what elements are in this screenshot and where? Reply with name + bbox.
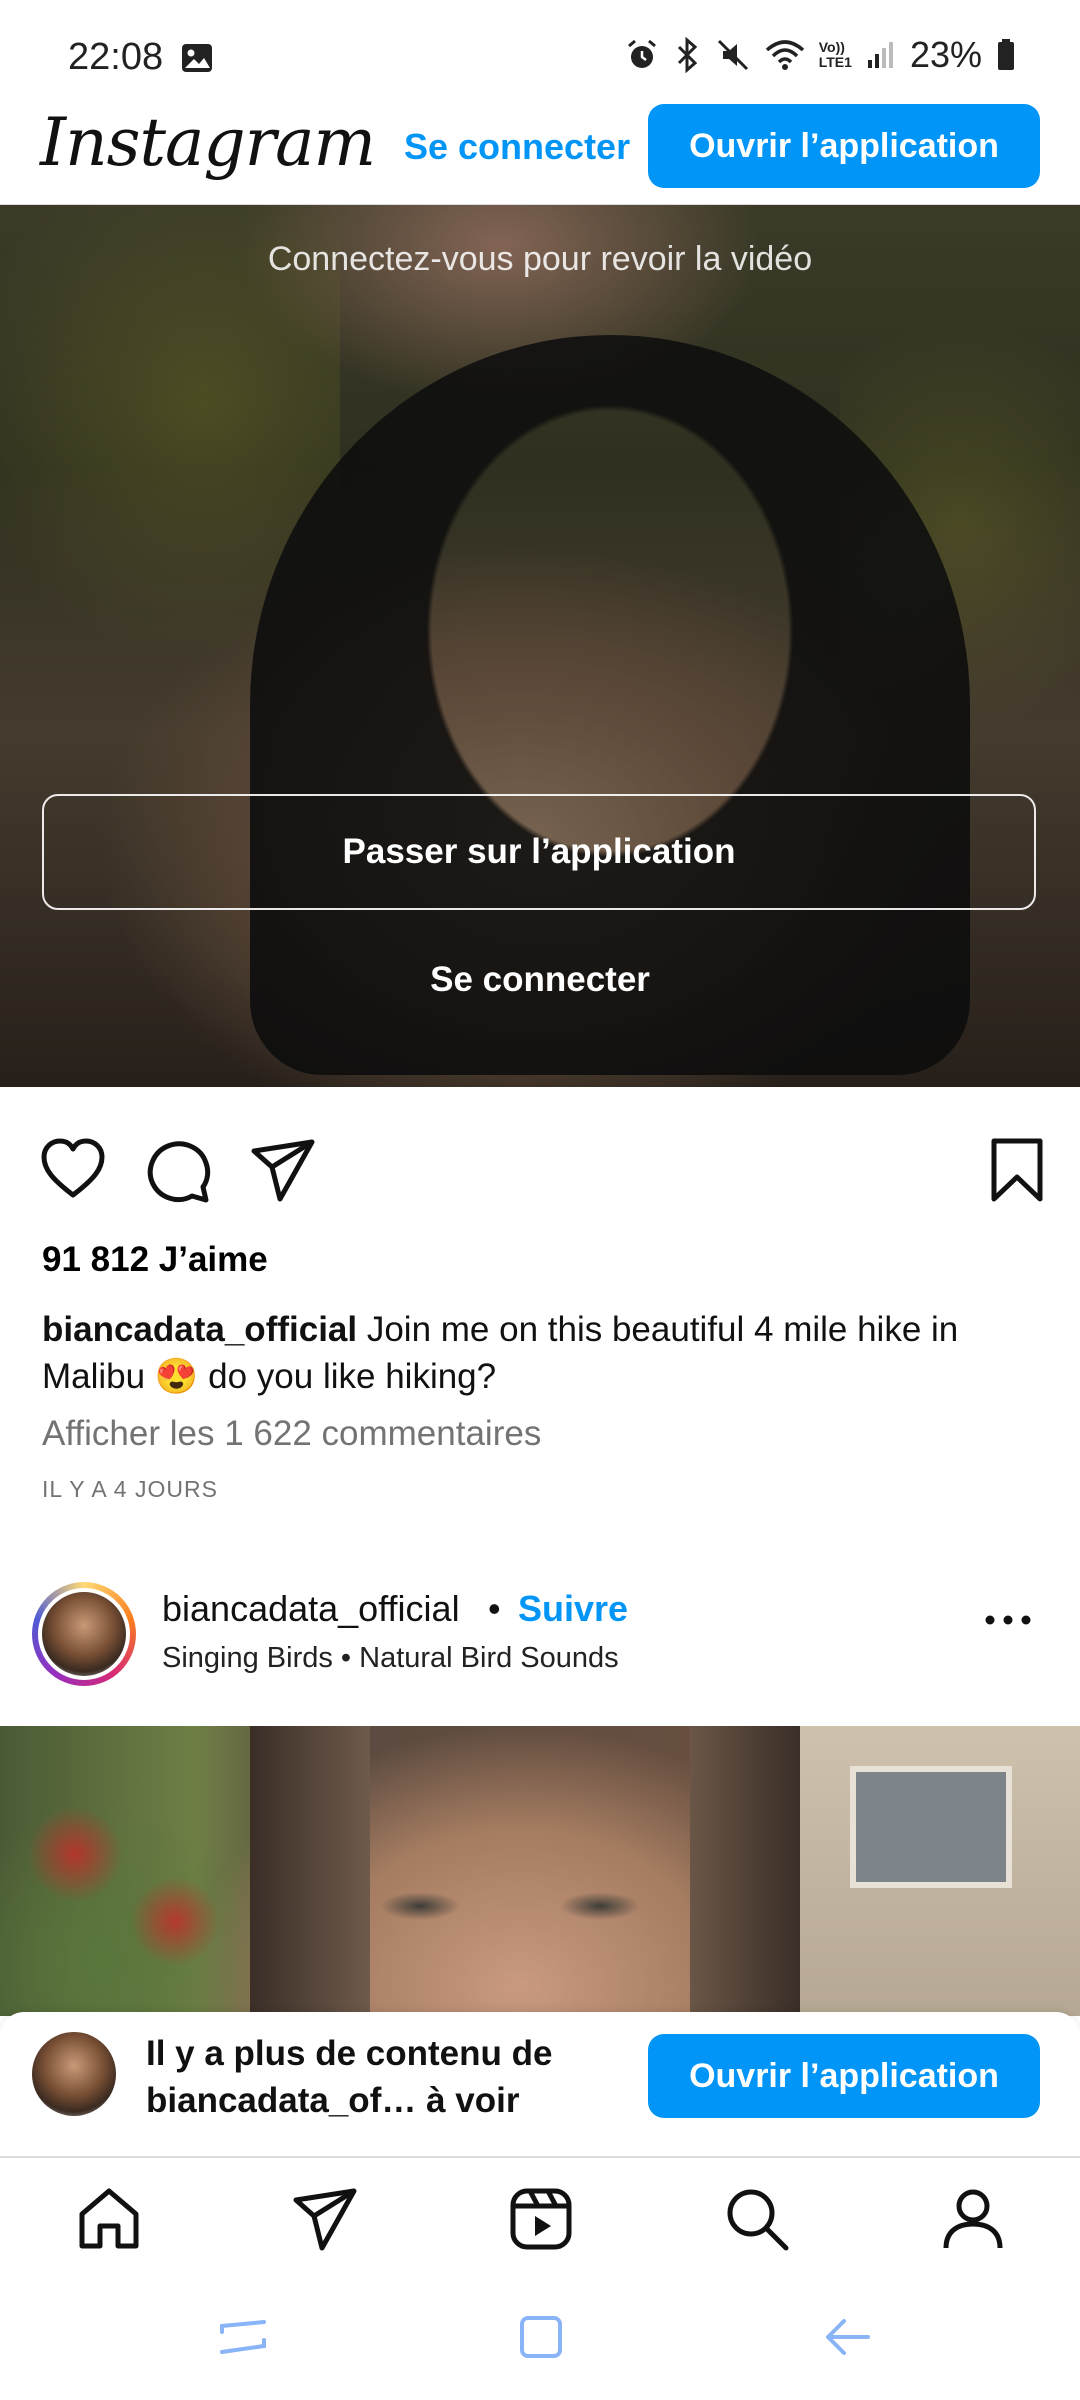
video-subject xyxy=(330,1886,690,1926)
video-background xyxy=(850,1766,1012,1888)
share-icon[interactable] xyxy=(250,1137,316,1203)
caption-username[interactable]: biancadata_official xyxy=(42,1310,357,1349)
banner-open-app-button[interactable]: Ouvrir l’application xyxy=(648,2034,1040,2118)
likes-count[interactable]: 91 812 J’aime xyxy=(42,1240,268,1280)
header-login-link[interactable]: Se connecter xyxy=(404,126,630,168)
post-video-1[interactable] xyxy=(0,205,1080,1087)
post-date: IL Y A 4 JOURS xyxy=(42,1476,218,1502)
header-open-app-button[interactable]: Ouvrir l’application xyxy=(648,104,1040,188)
wifi-icon xyxy=(765,40,804,70)
volte-indicator: Vo)) LTE1 xyxy=(818,39,852,70)
comment-icon[interactable] xyxy=(146,1137,212,1203)
avatar[interactable] xyxy=(38,1588,130,1680)
back-icon[interactable] xyxy=(820,2310,874,2364)
alarm-icon xyxy=(627,39,656,68)
post-action-bar xyxy=(0,1087,1080,1247)
status-icons: Vo)) LTE1 23% xyxy=(625,34,1016,76)
post-video-2[interactable] xyxy=(0,1726,1080,2016)
video-login-link[interactable]: Se connecter xyxy=(0,960,1080,1000)
switch-to-app-button[interactable]: Passer sur l’application xyxy=(42,794,1036,910)
search-icon[interactable] xyxy=(724,2186,790,2252)
gallery-icon xyxy=(182,44,212,72)
caption-emoji: 😍 xyxy=(154,1357,199,1396)
follow-button[interactable]: Suivre xyxy=(518,1588,628,1630)
banner-text: Il y a plus de contenu de biancadata_of…… xyxy=(146,2034,553,2120)
post-username[interactable]: biancadata_official xyxy=(162,1588,460,1630)
bookmark-icon[interactable] xyxy=(984,1137,1050,1203)
profile-icon[interactable] xyxy=(940,2186,1006,2252)
video-background xyxy=(0,1746,250,2016)
bluetooth-icon xyxy=(677,37,697,73)
battery-percent: 23% xyxy=(909,34,982,75)
separator-dot: • xyxy=(488,1588,501,1629)
video-subject xyxy=(690,1726,800,2016)
video-background xyxy=(840,265,1080,785)
replay-hint-text: Connectez-vous pour revoir la vidéo xyxy=(267,240,813,278)
more-options-icon[interactable] xyxy=(984,1610,1032,1630)
recents-icon[interactable] xyxy=(216,2310,270,2364)
video-subject xyxy=(250,1726,370,2016)
status-bar: 22:08 Vo)) LTE1 23% xyxy=(0,0,1080,100)
caption-text: do you like hiking? xyxy=(198,1357,497,1396)
banner-avatar xyxy=(32,2032,116,2116)
home-icon[interactable] xyxy=(76,2186,142,2252)
top-header: Instagram Se connecter Ouvrir l’applicat… xyxy=(0,100,1080,205)
battery-icon xyxy=(998,39,1014,70)
video-background xyxy=(0,205,340,705)
direct-icon[interactable] xyxy=(292,2186,358,2252)
heart-icon[interactable] xyxy=(40,1137,106,1203)
mute-icon xyxy=(717,39,748,71)
instagram-logo[interactable]: Instagram xyxy=(40,104,376,181)
reels-icon[interactable] xyxy=(508,2186,574,2252)
home-button-icon[interactable] xyxy=(514,2310,568,2364)
status-time: 22:08 xyxy=(68,36,164,78)
signal-icon xyxy=(867,42,893,68)
music-info[interactable]: Singing Birds • Natural Bird Sounds xyxy=(162,1642,619,1675)
view-comments-link[interactable]: Afficher les 1 622 commentaires xyxy=(42,1414,541,1454)
post-caption: biancadata_official Join me on this beau… xyxy=(42,1306,1032,1400)
